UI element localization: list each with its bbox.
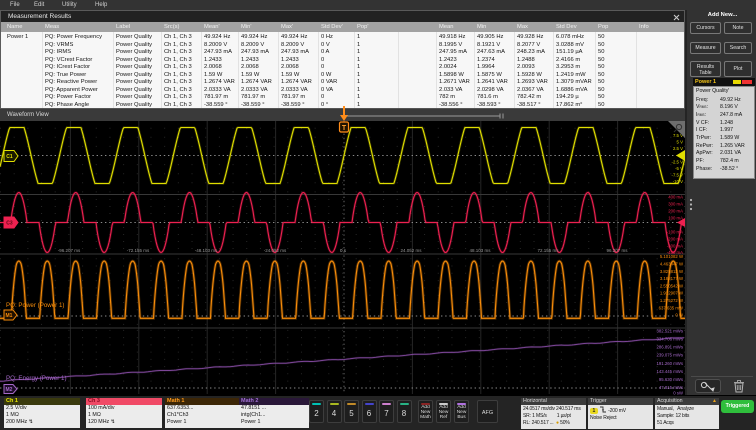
svg-text:239.075 mWs: 239.075 mWs <box>656 353 683 358</box>
svg-text:5.101082 W: 5.101082 W <box>660 254 684 259</box>
svg-text:-24.052 ms: -24.052 ms <box>264 248 287 253</box>
svg-text:3.825812 W: 3.825812 W <box>660 269 684 274</box>
svg-text:300 mA: 300 mA <box>668 202 683 207</box>
svg-text:-10 V: -10 V <box>673 179 683 184</box>
svg-text:-200 mA: -200 mA <box>667 237 683 242</box>
svg-text:T: T <box>342 125 347 132</box>
svg-text:1.275272 W: 1.275272 W <box>660 298 684 303</box>
svg-text:200 mA: 200 mA <box>668 209 683 214</box>
svg-text:191.260 mWs: 191.260 mWs <box>656 361 683 366</box>
svg-text:-72.155 ms: -72.155 ms <box>127 248 150 253</box>
svg-text:637.635 mW: 637.635 mW <box>659 305 684 310</box>
svg-text:0 s: 0 s <box>340 248 347 253</box>
svg-text:M2: M2 <box>6 387 13 393</box>
svg-text:PQ: Power (Power 1): PQ: Power (Power 1) <box>6 302 64 309</box>
svg-text:100 mA: 100 mA <box>668 216 683 221</box>
svg-text:286.891 mWs: 286.891 mWs <box>656 345 683 350</box>
svg-text:-48.103 ms: -48.103 ms <box>195 248 218 253</box>
svg-text:334.706 mWs: 334.706 mWs <box>656 337 683 342</box>
svg-text:382.521 mWs: 382.521 mWs <box>656 328 683 333</box>
svg-text:1.912907 W: 1.912907 W <box>660 291 684 296</box>
svg-text:2.5 V: 2.5 V <box>673 146 683 151</box>
svg-text:24.052 ms: 24.052 ms <box>400 248 422 253</box>
svg-text:2.550542 W: 2.550542 W <box>660 283 684 288</box>
svg-text:72.155 ms: 72.155 ms <box>537 248 559 253</box>
svg-text:5 V: 5 V <box>677 140 684 145</box>
svg-text:C3: C3 <box>6 221 13 227</box>
svg-text:47.815 mWs: 47.815 mWs <box>659 385 683 390</box>
svg-text:PQ: Energy (Power 1): PQ: Energy (Power 1) <box>6 375 67 382</box>
svg-text:400 mA: 400 mA <box>668 195 683 200</box>
svg-text:-100 mA: -100 mA <box>667 230 683 235</box>
svg-text:48.103 ms: 48.103 ms <box>469 248 491 253</box>
svg-text:95.630 mWs: 95.630 mWs <box>659 377 683 382</box>
svg-text:96.207 ms: 96.207 ms <box>606 248 628 253</box>
svg-text:-300 mA: -300 mA <box>667 244 683 249</box>
svg-text:M1: M1 <box>6 313 13 319</box>
svg-text:-2.5 V: -2.5 V <box>672 160 684 165</box>
svg-text:143.445 mWs: 143.445 mWs <box>656 369 683 374</box>
svg-text:-5 V: -5 V <box>675 166 683 171</box>
svg-text:4.463447 W: 4.463447 W <box>660 262 684 267</box>
svg-text:0 W: 0 W <box>675 313 684 318</box>
svg-text:C1: C1 <box>6 154 13 160</box>
svg-text:-96.207 ms: -96.207 ms <box>58 248 81 253</box>
svg-text:3.188177 W: 3.188177 W <box>660 276 684 281</box>
svg-text:-7.5 V: -7.5 V <box>672 173 684 178</box>
